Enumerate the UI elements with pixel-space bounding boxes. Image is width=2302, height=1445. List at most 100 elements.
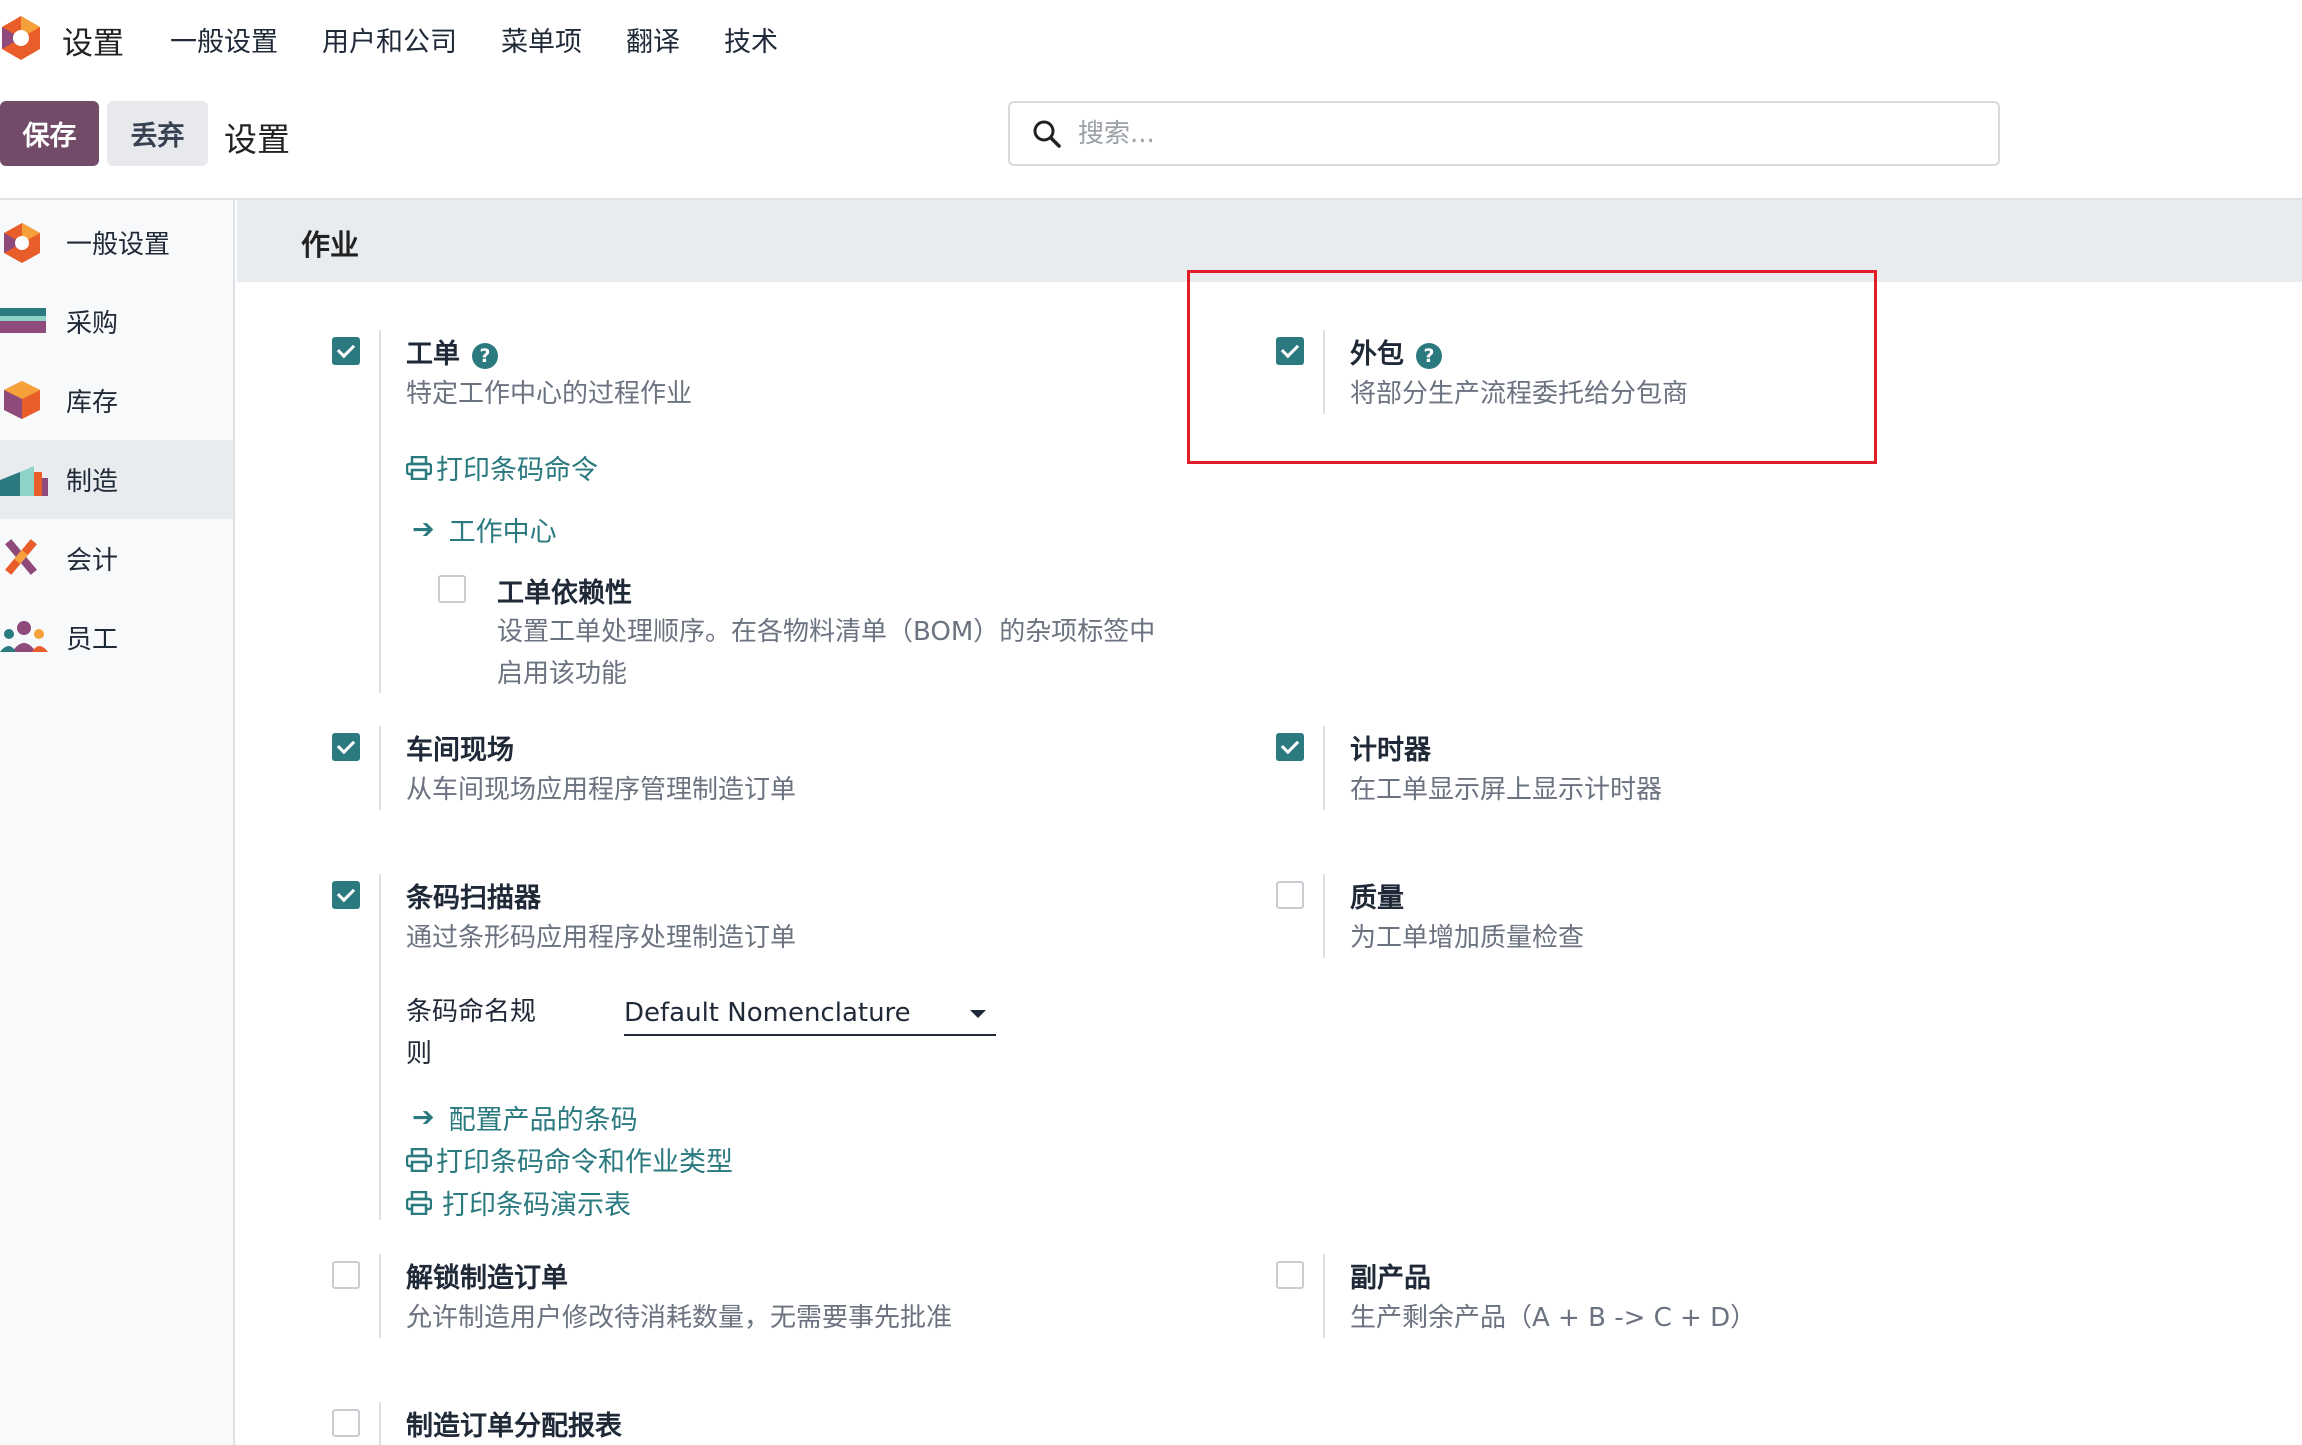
sidebar-item-inventory[interactable]: 库存 xyxy=(0,361,233,440)
help-icon[interactable]: ? xyxy=(1416,342,1442,369)
workorders-checkbox[interactable] xyxy=(332,337,360,365)
setting-title: 工单 xyxy=(406,339,460,370)
link-label: 配置产品的条码 xyxy=(448,1105,638,1136)
divider xyxy=(379,330,381,693)
save-button[interactable]: 保存 xyxy=(0,101,99,166)
setting-description: 从车间现场应用程序管理制造订单 xyxy=(406,775,797,805)
setting-description: 生产剩余产品（A + B -> C + D） xyxy=(1350,1303,1757,1333)
setting-description: 将部分生产流程委托给分包商 xyxy=(1350,379,1689,409)
setting-title: 制造订单分配报表 xyxy=(406,1411,622,1442)
setting-description: 在工单显示屏上显示计时器 xyxy=(1350,775,1663,805)
quality-checkbox[interactable] xyxy=(1276,881,1304,909)
odoo-logo-icon[interactable] xyxy=(0,14,42,62)
search-icon xyxy=(1033,120,1061,148)
sidebar-item-label: 员工 xyxy=(66,625,119,655)
setting-title: 解锁制造订单 xyxy=(406,1263,568,1294)
setting-description: 通过条形码应用程序处理制造订单 xyxy=(406,923,797,953)
setting-title: 质量 xyxy=(1350,883,1404,914)
settings-sidebar: 一般设置 采购 库存 制造 会计 员工 xyxy=(0,200,235,1445)
timer-checkbox[interactable] xyxy=(1276,733,1304,761)
setting-title: 条码扫描器 xyxy=(406,883,541,914)
workorders-setting: 工单? xyxy=(406,332,498,371)
arrow-right-icon: ➔ xyxy=(412,514,435,545)
setting-description: 启用该功能 xyxy=(497,659,628,689)
print-icon xyxy=(406,1147,432,1172)
divider xyxy=(1323,330,1325,414)
divider xyxy=(379,1254,381,1338)
sidebar-item-label: 库存 xyxy=(66,388,119,418)
divider xyxy=(1323,1254,1325,1338)
purchase-icon xyxy=(0,308,46,333)
control-panel: 保存 丢弃 设置 xyxy=(0,96,2302,200)
link-label: 打印条码命令和作业类型 xyxy=(436,1147,733,1178)
divider xyxy=(1323,874,1325,958)
link-label: 打印条码演示表 xyxy=(442,1190,631,1221)
nomenclature-select[interactable]: Default Nomenclature xyxy=(624,990,996,1036)
sidebar-item-purchase[interactable]: 采购 xyxy=(0,282,233,361)
setting-title: 外包 xyxy=(1350,339,1404,370)
app-title[interactable]: 设置 xyxy=(62,18,124,63)
sidebar-item-manufacturing[interactable]: 制造 xyxy=(0,440,233,519)
print-icon xyxy=(406,455,432,480)
link-label: 打印条码命令 xyxy=(436,455,598,486)
menu-users-companies[interactable]: 用户和公司 xyxy=(322,20,457,59)
setting-title: 工单依赖性 xyxy=(497,578,632,609)
employees-icon xyxy=(0,621,48,652)
arrow-right-icon: ➔ xyxy=(412,1102,435,1133)
menu-technical[interactable]: 技术 xyxy=(724,20,778,59)
divider xyxy=(379,726,381,810)
sidebar-item-label: 一般设置 xyxy=(66,230,171,260)
menu-translations[interactable]: 翻译 xyxy=(626,20,680,59)
subcontracting-setting: 外包? xyxy=(1350,332,1442,371)
print-icon xyxy=(406,1190,432,1215)
setting-description: 为工单增加质量检查 xyxy=(1350,923,1585,953)
sidebar-item-label: 采购 xyxy=(66,309,119,339)
sidebar-item-label: 会计 xyxy=(66,546,119,576)
nomenclature-label: 则 xyxy=(406,1039,433,1069)
search-input[interactable] xyxy=(1076,113,1956,155)
dependencies-checkbox[interactable] xyxy=(438,575,466,603)
manufacturing-icon xyxy=(0,466,48,496)
allocation-report-checkbox[interactable] xyxy=(332,1409,360,1437)
setting-description: 特定工作中心的过程作业 xyxy=(406,379,693,409)
configure-barcodes-link[interactable]: ➔ 配置产品的条码 xyxy=(412,1098,638,1137)
divider xyxy=(379,874,381,1220)
barcode-checkbox[interactable] xyxy=(332,881,360,909)
odoo-logo-icon xyxy=(4,223,40,263)
select-value: Default Nomenclature xyxy=(624,998,911,1028)
sidebar-item-accounting[interactable]: 会计 xyxy=(0,519,233,598)
setting-title: 计时器 xyxy=(1350,735,1431,766)
section-title: 作业 xyxy=(301,228,360,262)
setting-description: 设置工单处理顺序。在各物料清单（BOM）的杂项标签中 xyxy=(497,617,1156,647)
subcontracting-checkbox[interactable] xyxy=(1276,337,1304,365)
divider xyxy=(1323,726,1325,810)
breadcrumb: 设置 xyxy=(224,120,290,159)
help-icon[interactable]: ? xyxy=(472,342,498,369)
top-menu: 一般设置 用户和公司 菜单项 翻译 技术 xyxy=(170,20,822,59)
sidebar-item-label: 制造 xyxy=(66,467,119,497)
search-box[interactable] xyxy=(1008,101,2000,166)
link-label: 工作中心 xyxy=(448,517,557,548)
print-barcode-commands-link[interactable]: 打印条码命令 xyxy=(406,448,598,487)
sidebar-item-general-settings[interactable]: 一般设置 xyxy=(0,203,233,282)
caret-down-icon xyxy=(970,1010,986,1018)
setting-title: 车间现场 xyxy=(406,735,514,766)
unlock-mo-checkbox[interactable] xyxy=(332,1261,360,1289)
menu-general-settings[interactable]: 一般设置 xyxy=(170,20,278,59)
inventory-icon xyxy=(4,381,40,419)
workcenters-link[interactable]: ➔ 工作中心 xyxy=(412,510,557,549)
print-barcode-demo-link[interactable]: 打印条码演示表 xyxy=(406,1183,631,1222)
shopfloor-checkbox[interactable] xyxy=(332,733,360,761)
divider xyxy=(379,1402,381,1445)
menu-menu-items[interactable]: 菜单项 xyxy=(501,20,582,59)
accounting-icon xyxy=(5,539,37,575)
nomenclature-label: 条码命名规 xyxy=(406,997,537,1027)
discard-button[interactable]: 丢弃 xyxy=(107,101,208,166)
setting-title: 副产品 xyxy=(1350,1263,1431,1294)
top-navbar: 设置 一般设置 用户和公司 菜单项 翻译 技术 xyxy=(0,0,2302,78)
setting-description: 允许制造用户修改待消耗数量，无需要事先批准 xyxy=(406,1303,953,1333)
byproducts-checkbox[interactable] xyxy=(1276,1261,1304,1289)
print-barcode-types-link[interactable]: 打印条码命令和作业类型 xyxy=(406,1140,733,1179)
sidebar-item-employees[interactable]: 员工 xyxy=(0,598,233,677)
highlight-box xyxy=(1187,270,1877,464)
